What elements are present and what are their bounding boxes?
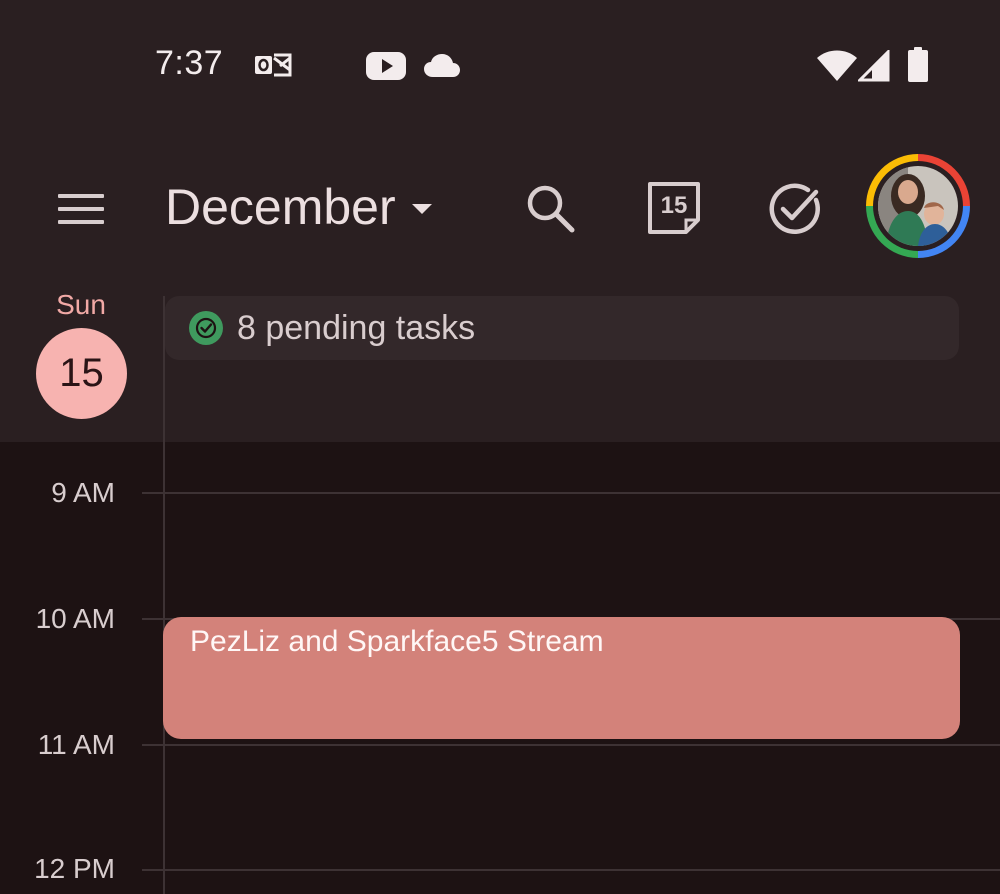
pending-tasks-chip[interactable]: 8 pending tasks xyxy=(165,296,959,360)
pending-tasks-label: 8 pending tasks xyxy=(237,308,476,347)
avatar-photo xyxy=(878,166,958,246)
hour-gridline xyxy=(142,492,1000,494)
hour-label: 11 AM xyxy=(37,729,115,760)
month-label: December xyxy=(165,179,396,235)
search-icon xyxy=(527,185,575,233)
signal-icon xyxy=(858,50,890,82)
hour-gridline xyxy=(142,869,1000,871)
account-avatar[interactable] xyxy=(866,154,970,258)
today-badge: 15 xyxy=(660,192,688,219)
hour-label: 10 AM xyxy=(35,603,115,634)
task-check-icon xyxy=(189,311,223,345)
cloud-icon xyxy=(424,54,460,77)
event-title: PezLiz and Sparkface5 Stream xyxy=(190,625,604,658)
hour-gridline xyxy=(142,744,1000,746)
tasks-check-icon xyxy=(769,183,820,235)
wifi-icon xyxy=(817,50,857,81)
search-button[interactable] xyxy=(522,180,578,236)
day-of-week: Sun xyxy=(56,289,106,320)
calendar-event[interactable]: PezLiz and Sparkface5 Stream xyxy=(163,617,960,739)
outlook-icon xyxy=(255,53,292,77)
month-dropdown[interactable]: December xyxy=(165,178,434,236)
day-column-divider xyxy=(163,296,165,894)
tasks-button[interactable] xyxy=(766,180,824,238)
hour-label: 12 PM xyxy=(34,853,115,884)
youtube-icon xyxy=(366,52,406,80)
dropdown-caret-icon xyxy=(411,204,432,214)
hour-label: 9 AM xyxy=(51,477,115,508)
menu-button[interactable] xyxy=(52,184,112,234)
status-time: 7:37 xyxy=(155,44,224,82)
menu-icon xyxy=(58,194,104,224)
battery-icon xyxy=(908,47,928,82)
day-number-badge[interactable]: 15 xyxy=(36,328,127,419)
jump-to-today-button[interactable]: 15 xyxy=(646,180,702,236)
